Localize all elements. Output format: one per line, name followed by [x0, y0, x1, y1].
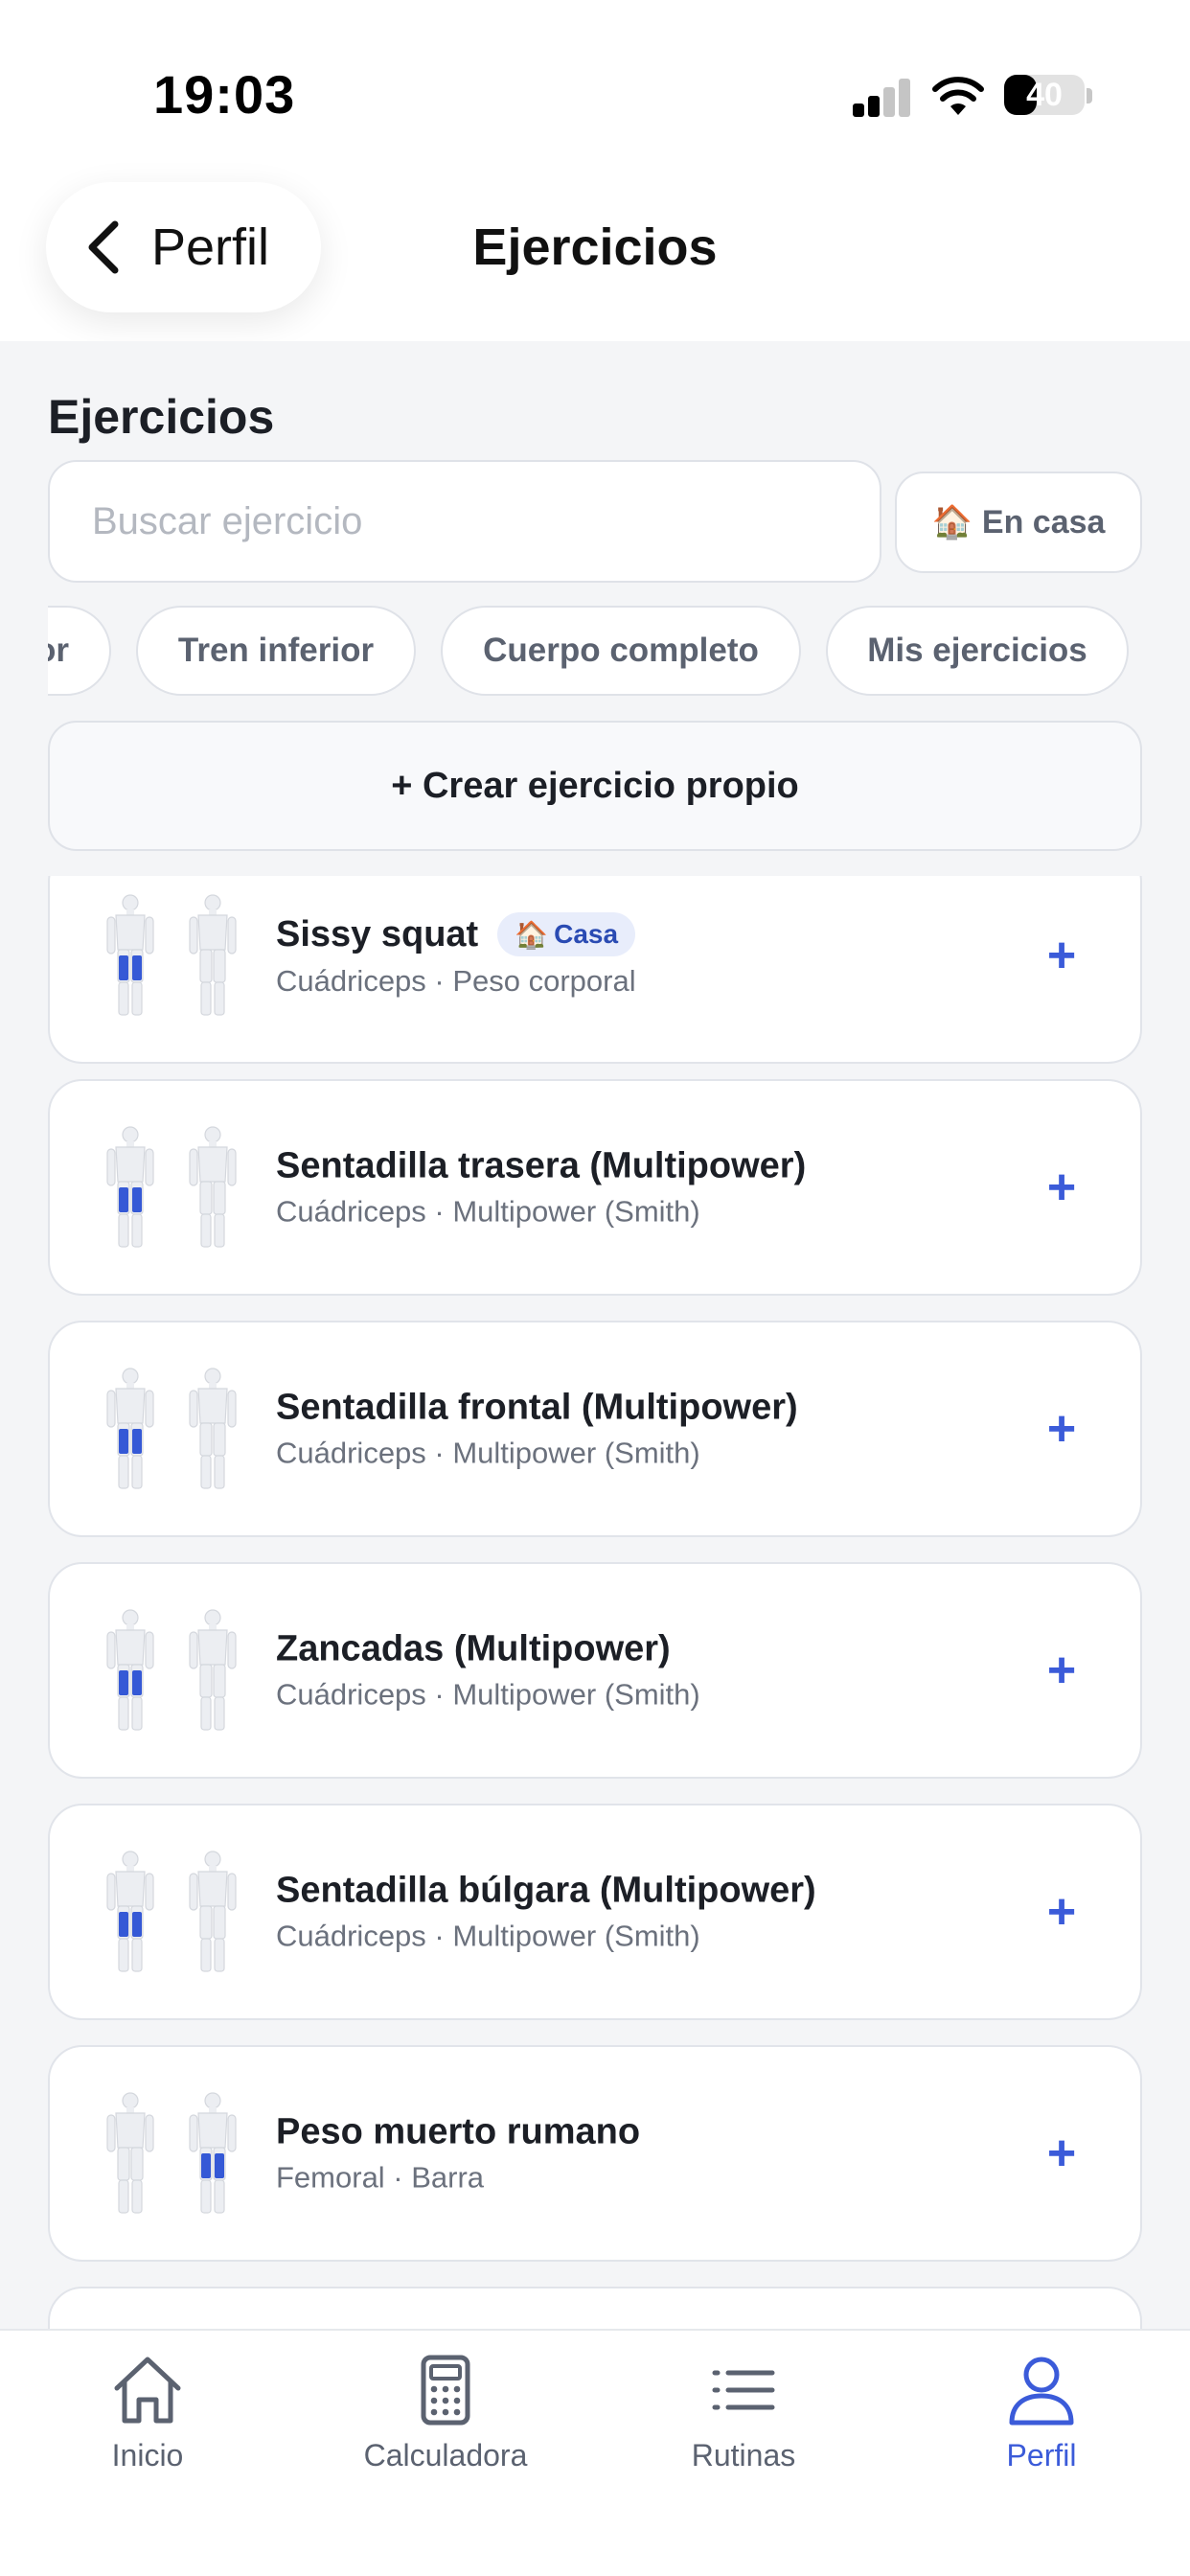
exercise-name: Sentadilla frontal (Multipower) — [276, 1387, 798, 1428]
chip-label: Mis ejercicios — [867, 632, 1087, 669]
exercise-name: Sissy squat — [276, 913, 479, 954]
front-body-figure — [106, 1851, 154, 1972]
exercise-name: Peso muerto rumano — [276, 2111, 641, 2152]
exercise-subtitle: Cuádriceps · Multipower (Smith) — [276, 1194, 700, 1229]
exercise-card-zancadas[interactable]: Zancadas (Multipower) Cuádriceps · Multi… — [48, 1562, 1142, 1779]
muscle-figures — [102, 876, 255, 1062]
badge-label: Casa — [554, 919, 619, 949]
home-filter-button[interactable]: 🏠 En casa — [895, 472, 1142, 573]
chip-label: Cuerpo completo — [483, 632, 759, 669]
back-body-figure — [189, 1368, 237, 1489]
wifi-icon — [932, 77, 984, 115]
front-body-figure — [106, 1368, 154, 1489]
exercise-info: Peso muerto rumano Femoral · Barra — [276, 2112, 640, 2196]
back-body-figure — [189, 1126, 237, 1248]
exercise-info: Sentadilla trasera (Multipower) Cuádrice… — [276, 1146, 806, 1230]
add-exercise-button[interactable]: + — [1027, 1394, 1096, 1463]
exercise-list[interactable]: Sissy squat 🏠 Casa Cuádriceps · Peso cor… — [0, 876, 1190, 2329]
section-title: Ejercicios — [48, 390, 275, 444]
front-body-figure — [106, 894, 154, 1016]
back-body-figure — [189, 2092, 237, 2214]
exercise-subtitle: Femoral · Barra — [276, 2160, 485, 2195]
tab-calculadora[interactable]: Calculadora — [326, 2352, 565, 2496]
exercise-info: Zancadas (Multipower) Cuádriceps · Multi… — [276, 1629, 700, 1713]
back-body-figure — [189, 894, 237, 1016]
exercise-subtitle: Cuádriceps · Peso corporal — [276, 964, 636, 998]
tab-label: Rutinas — [691, 2438, 796, 2472]
chip-label: Tren inferior — [177, 632, 375, 669]
content-area: Ejercicios 🏠 En casa Tren superior Tren … — [0, 341, 1190, 2329]
front-body-figure — [106, 1609, 154, 1731]
cellular-signal-icon — [853, 77, 912, 117]
tab-label: Calculadora — [363, 2438, 528, 2472]
exercise-card-sentadilla-frontal[interactable]: Sentadilla frontal (Multipower) Cuádrice… — [48, 1321, 1142, 1537]
add-exercise-button[interactable]: + — [1027, 1877, 1096, 1946]
chip-label: Tren superior — [48, 632, 69, 669]
status-bar: 19:03 40 — [0, 0, 1190, 182]
add-exercise-button[interactable]: + — [1027, 2119, 1096, 2188]
exercise-card-sissy-squat[interactable]: Sissy squat 🏠 Casa Cuádriceps · Peso cor… — [48, 876, 1142, 1064]
exercise-info: Sentadilla frontal (Multipower) Cuádrice… — [276, 1388, 798, 1471]
front-body-figure — [106, 1126, 154, 1248]
add-exercise-button[interactable]: + — [1027, 921, 1096, 990]
exercise-name: Sentadilla búlgara (Multipower) — [276, 1870, 816, 1911]
tab-bar: Inicio Calculadora Rutinas Perfil — [0, 2329, 1190, 2576]
chevron-left-icon — [88, 220, 119, 274]
tab-label: Inicio — [111, 2438, 184, 2472]
tab-inicio[interactable]: Inicio — [28, 2352, 267, 2496]
battery-icon: 40 — [1004, 75, 1085, 115]
exercise-name: Zancadas (Multipower) — [276, 1628, 671, 1669]
back-body-figure — [189, 1609, 237, 1731]
back-button[interactable]: Perfil — [46, 182, 321, 312]
chip-tren-superior[interactable]: Tren superior — [48, 606, 111, 696]
home-filter-label: En casa — [981, 503, 1106, 540]
exercise-card-sentadilla-trasera[interactable]: Sentadilla trasera (Multipower) Cuádrice… — [48, 1079, 1142, 1296]
muscle-figures — [102, 1322, 255, 1535]
exercise-subtitle: Cuádriceps · Multipower (Smith) — [276, 1436, 700, 1470]
exercise-info: Sentadilla búlgara (Multipower) Cuádrice… — [276, 1871, 816, 1954]
muscle-figures — [102, 1564, 255, 1777]
chip-mis-ejercicios[interactable]: Mis ejercicios — [826, 606, 1129, 696]
muscle-figures — [102, 2047, 255, 2260]
back-label: Perfil — [151, 218, 270, 276]
exercise-card-peso-muerto-rumano[interactable]: Peso muerto rumano Femoral · Barra + — [48, 2045, 1142, 2262]
add-exercise-button[interactable]: + — [1027, 1153, 1096, 1222]
battery-cap — [1087, 88, 1092, 104]
house-icon: 🏠 — [515, 919, 549, 950]
home-icon — [114, 2357, 181, 2424]
add-exercise-button[interactable]: + — [1027, 1636, 1096, 1705]
user-icon — [1009, 2357, 1074, 2426]
muscle-figures — [102, 1806, 255, 2018]
exercise-subtitle: Cuádriceps · Multipower (Smith) — [276, 1677, 700, 1712]
exercise-card-sentadilla-bulgara[interactable]: Sentadilla búlgara (Multipower) Cuádrice… — [48, 1804, 1142, 2020]
battery-level: 40 — [1026, 77, 1063, 113]
chip-cuerpo-completo[interactable]: Cuerpo completo — [441, 606, 801, 696]
exercise-subtitle: Cuádriceps · Multipower (Smith) — [276, 1919, 700, 1953]
tab-perfil[interactable]: Perfil — [922, 2352, 1161, 2496]
calculator-icon — [421, 2355, 470, 2426]
exercise-card-partial[interactable] — [48, 2287, 1142, 2329]
create-exercise-button[interactable]: + Crear ejercicio propio — [48, 721, 1142, 851]
status-time: 19:03 — [153, 64, 296, 125]
back-body-figure — [189, 1851, 237, 1972]
exercise-info: Sissy squat 🏠 Casa Cuádriceps · Peso cor… — [276, 912, 636, 999]
category-chips: Tren superior Tren inferior Cuerpo compl… — [48, 604, 1142, 700]
home-badge: 🏠 Casa — [497, 912, 636, 956]
exercise-name: Sentadilla trasera (Multipower) — [276, 1145, 807, 1186]
muscle-figures — [102, 1081, 255, 1294]
nav-header: Perfil Ejercicios — [0, 182, 1190, 341]
list-icon — [712, 2370, 775, 2410]
house-icon: 🏠 — [931, 504, 973, 540]
front-body-figure — [106, 2092, 154, 2214]
chip-tren-inferior[interactable]: Tren inferior — [136, 606, 416, 696]
tab-label: Perfil — [1006, 2438, 1077, 2472]
search-input[interactable] — [48, 460, 881, 583]
tab-rutinas[interactable]: Rutinas — [624, 2352, 863, 2496]
